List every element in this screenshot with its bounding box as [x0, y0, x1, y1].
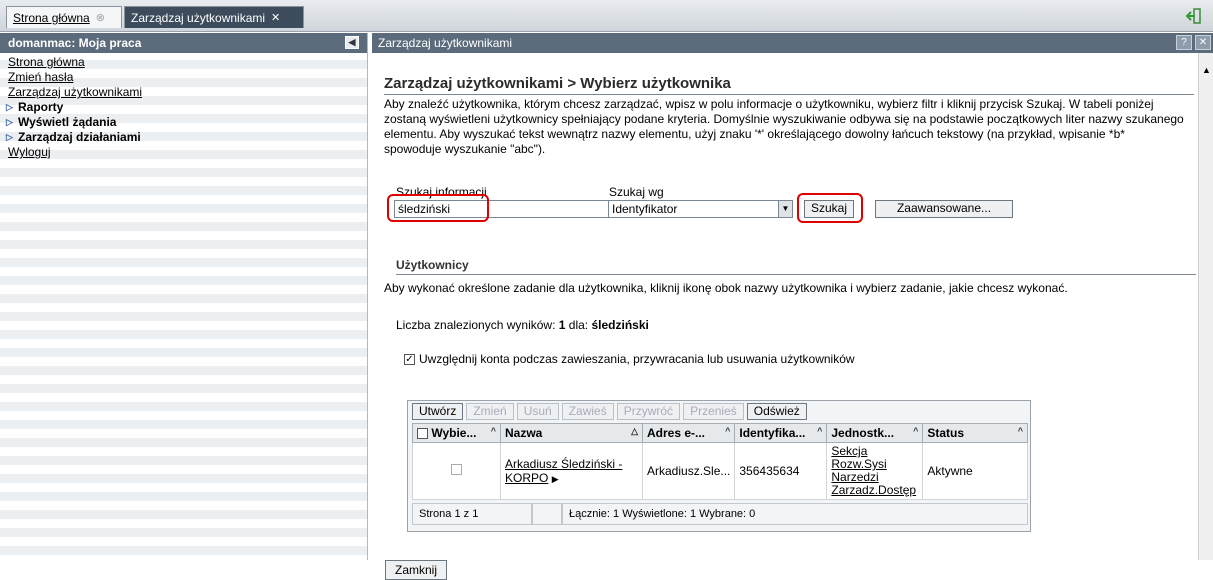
unit-link-line[interactable]: Narzedzi [831, 470, 878, 484]
column-unit[interactable]: Jednostk... ^ [826, 423, 924, 443]
column-id[interactable]: Identyfika... ^ [734, 423, 828, 443]
column-email-label: Adres e-... [647, 426, 706, 440]
page-description: Aby znaleźć użytkownika, którym chcesz z… [384, 97, 1184, 156]
sort-icon[interactable]: ^ [491, 426, 496, 436]
menu-group-activities[interactable]: Zarządzaj działaniami [6, 130, 359, 145]
create-button[interactable]: Utwórz [412, 403, 464, 420]
vertical-scrollbar[interactable]: ▲ [1198, 53, 1213, 560]
menu-link-manage-users[interactable]: Zarządzaj użytkownikami [8, 85, 142, 99]
select-all-checkbox[interactable] [417, 428, 428, 440]
users-table: Wybie... ^ Nazwa △ Adres e-... ^ Identyf… [412, 423, 1028, 500]
grid-toolbar: Utwórz Zmień Usuń Zawieś Przywróć Przeni… [408, 401, 1030, 421]
menu-group-reports[interactable]: Raporty [6, 100, 359, 115]
row-id-cell: 356435634 [734, 442, 828, 500]
main-content: Zarządzaj użytkownikami > Wybierz użytko… [372, 53, 1198, 580]
highlight-box [387, 194, 489, 222]
close-icon[interactable]: ✕ [1195, 35, 1211, 50]
close-icon[interactable]: ✕ [271, 11, 280, 24]
tab-manage-users-label[interactable]: Zarządzaj użytkownikami [131, 11, 265, 25]
searchby-value: Identyfikator [612, 202, 678, 216]
delete-button[interactable]: Usuń [516, 403, 559, 420]
menu-group-requests[interactable]: Wyświetl żądania [6, 115, 359, 130]
column-name[interactable]: Nazwa △ [500, 423, 643, 443]
searchby-select[interactable]: Identyfikator ▼ [608, 200, 793, 218]
results-mid: dla: [568, 318, 589, 332]
column-name-label: Nazwa [505, 426, 543, 440]
scroll-up-icon[interactable]: ▲ [1202, 65, 1211, 75]
tab-home-label[interactable]: Strona główna [13, 11, 90, 25]
left-panel-header: domanmac: Moja praca ◀ [0, 33, 367, 53]
help-icon[interactable]: ? [1176, 35, 1192, 50]
left-panel-title: domanmac: Moja praca [8, 36, 142, 50]
user-name-link[interactable]: Arkadiusz Śledziński - KORPO [505, 457, 622, 485]
unit-link-line[interactable]: Sekcja [831, 444, 867, 458]
tab-home[interactable]: Strona główna ⊗ [6, 6, 122, 28]
sort-icon[interactable]: ^ [913, 426, 918, 436]
footer-spacer [532, 503, 562, 525]
right-panel: Zarządzaj użytkownikami ? ✕ Zarządzaj uż… [372, 33, 1213, 580]
menu-link-logout[interactable]: Wyloguj [8, 145, 51, 159]
column-status-label: Status [927, 426, 965, 440]
exit-icon[interactable] [1185, 7, 1203, 25]
row-status-cell: Aktywne [922, 442, 1028, 500]
page-indicator: Strona 1 z 1 [412, 503, 532, 525]
tab-bar: Strona główna ⊗ Zarządzaj użytkownikami … [0, 0, 1213, 32]
row-unit-cell: Sekcja Rozw.Sysi Narzedzi Zarzadz.Dostęp [826, 442, 924, 500]
include-accounts-checkbox[interactable]: ✓ [404, 353, 415, 365]
context-menu-icon[interactable]: ▶ [552, 474, 559, 484]
include-accounts-label: Uwzględnij konta podczas zawieszania, pr… [419, 352, 855, 366]
column-status[interactable]: Status ^ [922, 423, 1028, 443]
column-email[interactable]: Adres e-... ^ [641, 423, 736, 443]
grid-summary: Łącznie: 1 Wyświetlone: 1 Wybrane: 0 [562, 503, 1028, 525]
close-icon[interactable]: ⊗ [96, 11, 105, 24]
sort-icon[interactable]: ^ [1018, 426, 1023, 436]
row-name-cell: Arkadiusz Śledziński - KORPO ▶ [500, 442, 643, 500]
menu-link-home[interactable]: Strona główna [8, 55, 85, 69]
page-title: Zarządzaj użytkownikami > Wybierz użytko… [384, 75, 1194, 95]
row-select-cell [412, 442, 501, 500]
menu-link-change-password[interactable]: Zmień hasła [8, 70, 73, 84]
refresh-button[interactable]: Odśwież [746, 403, 807, 420]
move-button[interactable]: Przenieś [683, 403, 744, 420]
row-checkbox[interactable] [451, 464, 462, 475]
divider [396, 274, 1196, 275]
column-select[interactable]: Wybie... ^ [412, 423, 501, 443]
right-panel-header: Zarządzaj użytkownikami ? ✕ [372, 33, 1213, 53]
table-row: Arkadiusz Śledziński - KORPO ▶ Arkadiusz… [412, 442, 1028, 500]
users-heading: Użytkownicy [396, 258, 469, 272]
column-unit-label: Jednostk... [831, 426, 895, 440]
highlight-box [797, 193, 863, 223]
left-panel: domanmac: Moja praca ◀ Strona główna Zmi… [0, 33, 368, 560]
chevron-down-icon[interactable]: ▼ [778, 201, 792, 217]
collapse-icon[interactable]: ◀ [345, 36, 359, 49]
unit-link-line[interactable]: Zarzadz.Dostęp [831, 483, 916, 497]
results-query: śledziński [591, 318, 649, 332]
right-panel-title: Zarządzaj użytkownikami [378, 36, 513, 50]
column-id-label: Identyfika... [739, 426, 806, 440]
advanced-button[interactable]: Zaawansowane... [875, 200, 1013, 218]
users-description: Aby wykonać określone zadanie dla użytko… [384, 281, 1068, 295]
sort-icon[interactable]: ^ [725, 426, 730, 436]
table-header-row: Wybie... ^ Nazwa △ Adres e-... ^ Identyf… [412, 423, 1028, 443]
unit-link-line[interactable]: Rozw.Sysi [831, 457, 886, 471]
row-email-cell: Arkadiusz.Sle... [641, 442, 736, 500]
results-summary: Liczba znalezionych wyników: 1 dla: śled… [396, 318, 649, 332]
search-form: Szukaj informacji śledziński Szukaj wg I… [384, 185, 1084, 225]
edit-button[interactable]: Zmień [466, 403, 514, 420]
results-prefix: Liczba znalezionych wyników: [396, 318, 556, 332]
sort-icon[interactable]: △ [631, 426, 638, 437]
searchby-label: Szukaj wg [609, 185, 664, 199]
close-button[interactable]: Zamknij [385, 560, 447, 580]
include-accounts-option[interactable]: ✓ Uwzględnij konta podczas zawieszania, … [404, 352, 855, 366]
results-count: 1 [558, 318, 566, 332]
column-select-label: Wybie... [431, 426, 477, 440]
grid-footer: Strona 1 z 1 Łącznie: 1 Wyświetlone: 1 W… [412, 503, 1028, 525]
restore-button[interactable]: Przywróć [616, 403, 681, 420]
tab-manage-users[interactable]: Zarządzaj użytkownikami ✕ [124, 6, 304, 28]
sort-icon[interactable]: ^ [817, 426, 822, 436]
left-menu: Strona główna Zmień hasła Zarządzaj użyt… [0, 53, 367, 162]
users-grid: Utwórz Zmień Usuń Zawieś Przywróć Przeni… [407, 400, 1031, 532]
suspend-button[interactable]: Zawieś [561, 403, 614, 420]
